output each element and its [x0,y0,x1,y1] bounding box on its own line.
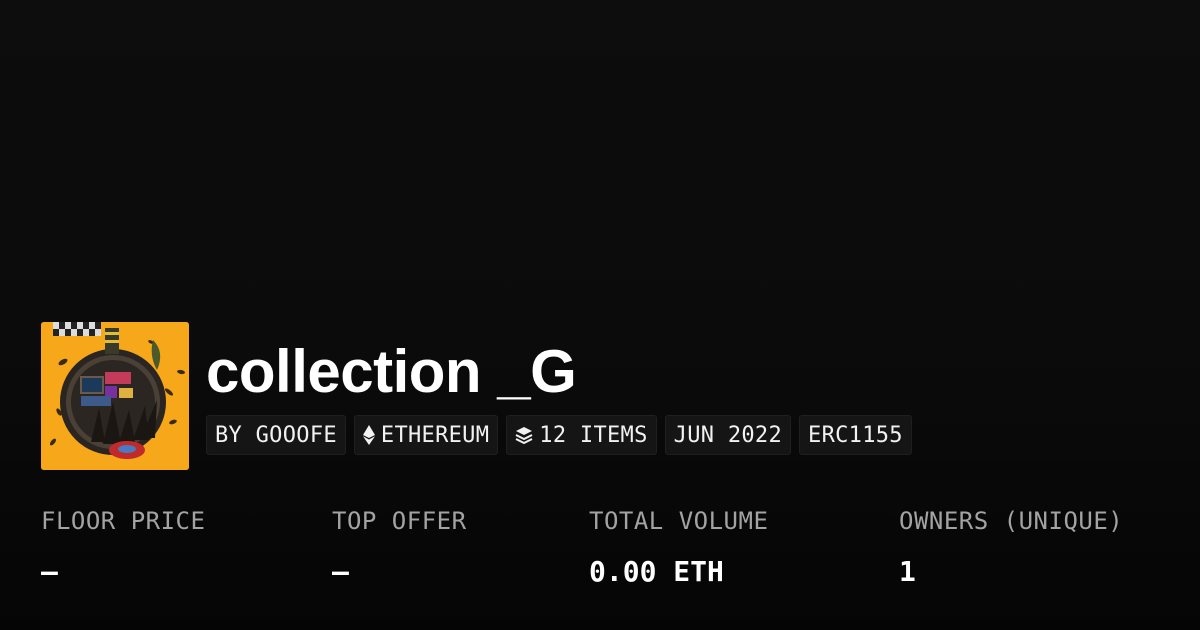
floor-price-label: FLOOR PRICE [41,507,206,535]
total-volume-label: TOTAL VOLUME [589,507,769,535]
total-volume-stat: TOTAL VOLUME 0.00 ETH [589,505,768,589]
total-volume-value: 0.00 ETH [589,555,724,588]
items-label: 12 ITEMS [539,422,648,448]
layers-icon [515,426,533,444]
collection-avatar [41,322,189,470]
floor-price-stat: FLOOR PRICE – [41,505,205,589]
date-label: JUN 2022 [673,422,783,448]
top-offer-label: TOP OFFER [332,507,467,535]
standard-label: ERC1155 [808,422,903,448]
chain-chip[interactable]: ETHEREUM [353,415,499,455]
top-offer-value: – [332,555,349,588]
ethereum-icon [362,425,375,445]
creator-chip[interactable]: BY GOOOFE [206,415,346,455]
owners-label: OWNERS (UNIQUE) [899,507,1124,535]
top-offer-stat: TOP OFFER – [332,505,467,589]
items-chip[interactable]: 12 ITEMS [506,415,657,455]
chain-label: ETHEREUM [380,422,490,448]
collection-artwork-image [41,322,189,470]
standard-chip: ERC1155 [799,415,912,455]
date-chip: JUN 2022 [664,415,792,455]
owners-stat: OWNERS (UNIQUE) 1 [899,505,1123,589]
creator-label: BY GOOOFE [215,422,337,448]
owners-value: 1 [899,555,916,588]
floor-price-value: – [41,555,58,588]
collection-meta-chips: BY GOOOFE ETHEREUM 12 ITEMS JUN 2022 ERC… [206,415,912,455]
collection-title: collection _G [206,338,577,405]
